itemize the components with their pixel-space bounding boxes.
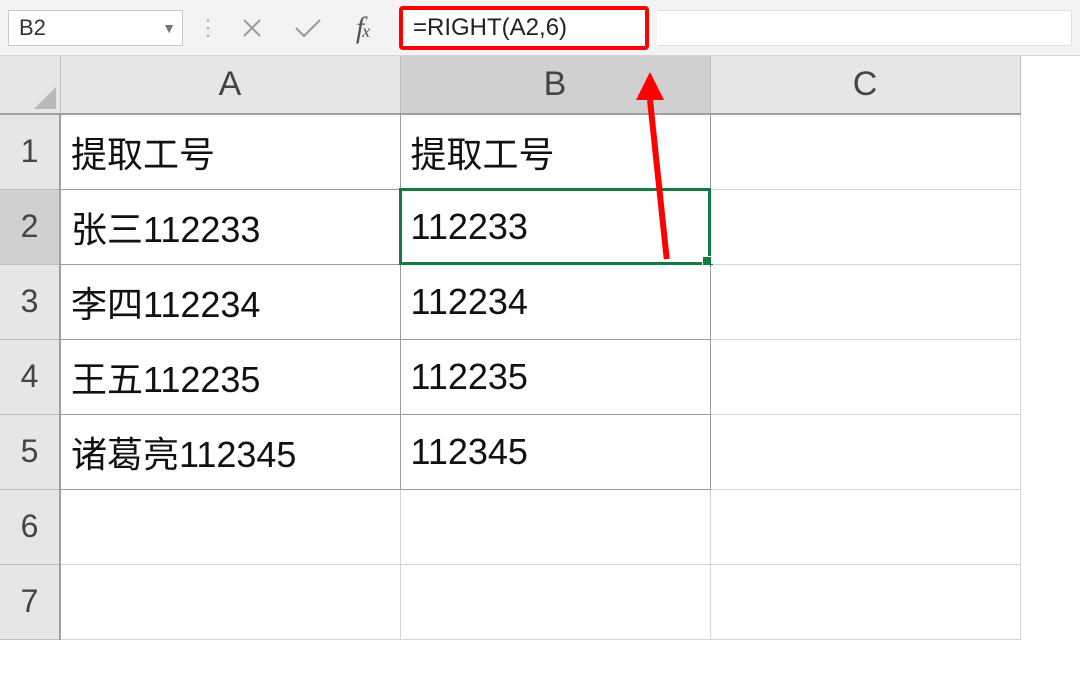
spreadsheet-grid[interactable]: A B C 1 提取工号 提取工号 2 张三112233 112233 3 李四… bbox=[0, 56, 1080, 640]
cell-C1[interactable] bbox=[710, 114, 1020, 189]
cell-C5[interactable] bbox=[710, 414, 1020, 489]
formula-input[interactable]: =RIGHT(A2,6) bbox=[399, 6, 649, 50]
formula-controls: fx bbox=[231, 13, 385, 43]
col-header-C[interactable]: C bbox=[710, 56, 1020, 114]
row-header-3[interactable]: 3 bbox=[0, 264, 60, 339]
row-header-4[interactable]: 4 bbox=[0, 339, 60, 414]
cell-A7[interactable] bbox=[60, 564, 400, 639]
cell-C6[interactable] bbox=[710, 489, 1020, 564]
cell-B7[interactable] bbox=[400, 564, 710, 639]
cell-C4[interactable] bbox=[710, 339, 1020, 414]
cell-C2[interactable] bbox=[710, 189, 1020, 264]
cell-B3[interactable]: 112234 bbox=[400, 264, 710, 339]
cell-B6[interactable] bbox=[400, 489, 710, 564]
cell-A5[interactable]: 诸葛亮112345 bbox=[60, 414, 400, 489]
cell-A6[interactable] bbox=[60, 489, 400, 564]
cell-A1[interactable]: 提取工号 bbox=[60, 114, 400, 189]
fx-icon[interactable]: fx bbox=[349, 13, 379, 43]
formula-input-extend[interactable] bbox=[657, 10, 1072, 46]
row-header-2[interactable]: 2 bbox=[0, 189, 60, 264]
cell-B4[interactable]: 112235 bbox=[400, 339, 710, 414]
row-header-6[interactable]: 6 bbox=[0, 489, 60, 564]
cancel-icon[interactable] bbox=[237, 13, 267, 43]
select-all-corner[interactable] bbox=[0, 56, 60, 114]
cell-B5[interactable]: 112345 bbox=[400, 414, 710, 489]
confirm-icon[interactable] bbox=[293, 13, 323, 43]
cell-A2[interactable]: 张三112233 bbox=[60, 189, 400, 264]
divider-icon: ⋮ bbox=[197, 17, 217, 39]
cell-C3[interactable] bbox=[710, 264, 1020, 339]
annotation-arrow bbox=[650, 72, 664, 260]
chevron-down-icon: ▼ bbox=[162, 20, 176, 36]
cell-C7[interactable] bbox=[710, 564, 1020, 639]
name-box-value: B2 bbox=[19, 15, 46, 41]
row-header-5[interactable]: 5 bbox=[0, 414, 60, 489]
cell-A3[interactable]: 李四112234 bbox=[60, 264, 400, 339]
formula-bar: B2 ▼ ⋮ fx =RIGHT(A2,6) bbox=[0, 0, 1080, 56]
name-box[interactable]: B2 ▼ bbox=[8, 10, 183, 46]
row-header-7[interactable]: 7 bbox=[0, 564, 60, 639]
row-header-1[interactable]: 1 bbox=[0, 114, 60, 189]
col-header-A[interactable]: A bbox=[60, 56, 400, 114]
formula-text: =RIGHT(A2,6) bbox=[413, 14, 567, 42]
cell-A4[interactable]: 王五112235 bbox=[60, 339, 400, 414]
